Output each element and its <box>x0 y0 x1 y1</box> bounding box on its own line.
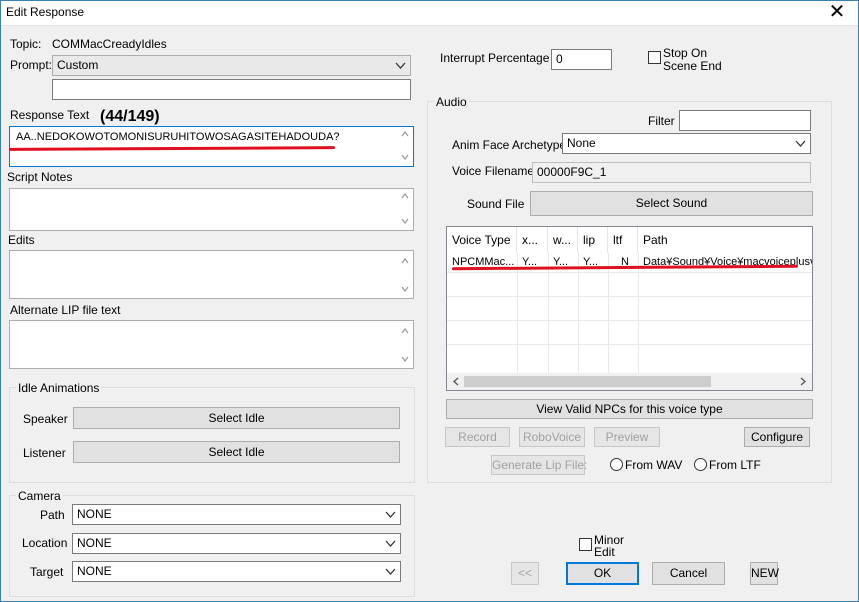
from-wav-radio[interactable] <box>610 458 623 471</box>
idle-animations-group <box>9 387 415 483</box>
sound-file-label: Sound File <box>467 197 525 211</box>
column-header-x[interactable]: x... <box>517 227 548 253</box>
prompt-text-input[interactable] <box>52 79 411 100</box>
voice-list-hscrollbar[interactable] <box>447 373 812 390</box>
camera-location-dropdown[interactable]: NONE <box>72 533 401 554</box>
voice-list[interactable]: Voice Type x... w... lip ltf Path NPCMMa… <box>446 226 813 391</box>
alt-lip-scrollbar[interactable] <box>397 321 413 368</box>
cell-path[interactable]: Data¥Sound¥Voice¥macvoiceplusv1 <box>638 253 812 272</box>
grid-line <box>447 344 812 345</box>
prompt-selected: Custom <box>57 58 99 72</box>
from-ltf-radio[interactable] <box>694 458 707 471</box>
minor-edit-checkbox[interactable] <box>579 538 592 551</box>
configure-button[interactable]: Configure <box>744 427 810 447</box>
from-ltf-label: From LTF <box>709 458 761 472</box>
title-bar: Edit Response ✕ <box>0 0 859 26</box>
scroll-up-icon[interactable] <box>401 130 409 138</box>
edits-label: Edits <box>8 233 35 247</box>
audio-label: Audio <box>434 95 469 109</box>
script-notes-label: Script Notes <box>7 170 73 184</box>
speaker-label: Speaker <box>23 412 68 426</box>
scroll-down-icon[interactable] <box>401 153 409 161</box>
cell-ltf[interactable]: N <box>616 253 638 272</box>
column-header-w[interactable]: w... <box>548 227 578 253</box>
cancel-button[interactable]: Cancel <box>652 562 725 585</box>
stop-on-scene-end-label-1: Stop On <box>663 46 708 60</box>
stop-on-scene-end-label-2: Scene End <box>663 59 722 73</box>
anim-face-value: None <box>567 136 596 150</box>
column-header-path[interactable]: Path <box>638 227 812 253</box>
scroll-up-icon[interactable] <box>401 257 409 265</box>
camera-target-dropdown[interactable]: NONE <box>72 561 401 582</box>
from-wav-label: From WAV <box>625 458 683 472</box>
scroll-left-icon[interactable] <box>452 377 460 386</box>
previous-button[interactable]: << <box>511 562 539 585</box>
ok-button[interactable]: OK <box>566 562 639 585</box>
interrupt-percentage-label: Interrupt Percentage <box>440 51 550 65</box>
stop-on-scene-end-checkbox[interactable] <box>648 51 661 64</box>
camera-location-label: Location <box>22 536 68 550</box>
response-text-label: Response Text <box>10 108 90 122</box>
scroll-down-icon[interactable] <box>401 355 409 363</box>
camera-location-value: NONE <box>77 536 112 550</box>
column-header-voice-type[interactable]: Voice Type <box>447 227 517 253</box>
grid-line <box>447 272 812 273</box>
response-text-value: AA..NEDOKOWOTOMONISURUHITOWOSAGASITEHADO… <box>16 131 340 143</box>
select-speaker-idle-button[interactable]: Select Idle <box>73 407 400 429</box>
response-char-counter: (44/149) <box>100 108 160 125</box>
filter-input[interactable] <box>679 110 811 131</box>
voice-filename-input[interactable]: 00000F9C_1 <box>532 162 811 183</box>
chevron-down-icon <box>385 511 396 518</box>
topic-label: Topic: <box>10 37 42 51</box>
edits-scrollbar[interactable] <box>397 251 413 298</box>
minor-edit-label-2: Edit <box>594 545 615 559</box>
window-title: Edit Response <box>6 5 85 19</box>
new-button[interactable]: NEW <box>750 562 779 585</box>
close-icon[interactable]: ✕ <box>825 1 849 23</box>
anim-face-label: Anim Face Archetype <box>452 138 567 152</box>
camera-path-value: NONE <box>77 507 112 521</box>
column-header-ltf[interactable]: ltf <box>608 227 638 253</box>
filter-label: Filter <box>648 114 675 128</box>
scroll-up-icon[interactable] <box>401 192 409 200</box>
prompt-label: Prompt: <box>10 58 53 72</box>
select-listener-idle-button[interactable]: Select Idle <box>73 441 400 463</box>
chevron-down-icon <box>795 140 806 147</box>
scroll-right-icon[interactable] <box>799 377 807 386</box>
listener-label: Listener <box>23 446 66 460</box>
edits-input[interactable] <box>9 250 414 299</box>
prompt-dropdown[interactable]: Custom <box>52 55 411 76</box>
alt-lip-input[interactable] <box>9 320 414 369</box>
record-button[interactable]: Record <box>445 427 510 447</box>
scroll-down-icon[interactable] <box>401 217 409 225</box>
idle-animations-label: Idle Animations <box>16 381 102 395</box>
scroll-thumb[interactable] <box>464 376 711 387</box>
alt-lip-label: Alternate LIP file text <box>10 303 121 317</box>
chevron-down-icon <box>395 62 406 69</box>
camera-target-label: Target <box>30 565 64 579</box>
topic-value: COMMacCreadyIdles <box>52 37 167 51</box>
preview-button[interactable]: Preview <box>594 427 660 447</box>
camera-target-value: NONE <box>77 564 112 578</box>
scroll-up-icon[interactable] <box>401 327 409 335</box>
chevron-down-icon <box>385 568 396 575</box>
grid-line <box>447 320 812 321</box>
response-scrollbar[interactable] <box>397 127 413 166</box>
scroll-down-icon[interactable] <box>401 285 409 293</box>
camera-label: Camera <box>16 489 63 503</box>
grid-line <box>447 296 812 297</box>
generate-lip-file-button[interactable]: Generate Lip File: <box>491 455 587 475</box>
script-notes-scrollbar[interactable] <box>397 189 413 230</box>
chevron-down-icon <box>385 540 396 547</box>
robovoice-button[interactable]: RoboVoice <box>519 427 585 447</box>
interrupt-percentage-input[interactable]: 0 <box>551 49 612 70</box>
column-header-lip[interactable]: lip <box>578 227 608 253</box>
camera-path-label: Path <box>40 508 65 522</box>
view-valid-npcs-button[interactable]: View Valid NPCs for this voice type <box>446 399 813 419</box>
script-notes-input[interactable] <box>9 188 414 231</box>
voice-filename-label: Voice Filename <box>452 164 535 178</box>
select-sound-button[interactable]: Select Sound <box>530 191 813 216</box>
anim-face-dropdown[interactable]: None <box>562 133 811 154</box>
camera-path-dropdown[interactable]: NONE <box>72 504 401 525</box>
